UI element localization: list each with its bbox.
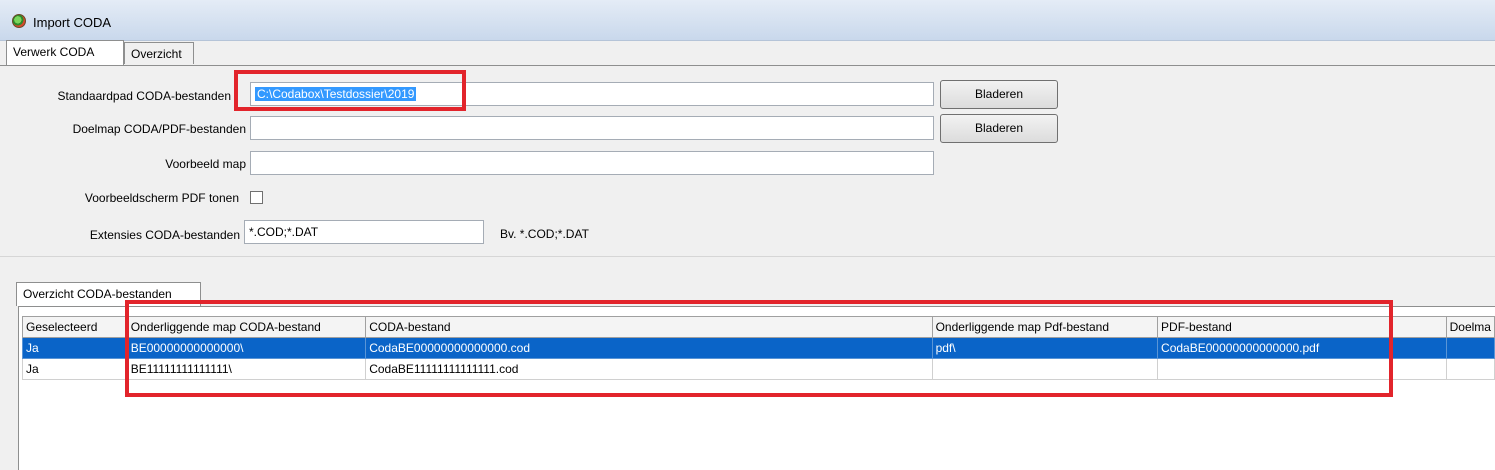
bladeren-button-standaardpad[interactable]: Bladeren	[940, 80, 1058, 109]
title-bar: Import CODA	[0, 0, 1495, 41]
voorbeeldscherm-label: Voorbeeldscherm PDF tonen	[84, 191, 239, 205]
cell-doelmap[interactable]	[1445, 358, 1495, 380]
doelmap-label: Doelmap CODA/PDF-bestanden	[72, 122, 246, 136]
extensies-input[interactable]: *.COD;*.DAT	[244, 220, 484, 244]
extensies-label: Extensies CODA-bestanden	[89, 228, 240, 242]
cell-geselecteerd[interactable]: Ja	[22, 358, 128, 380]
voorbeeld-map-input[interactable]	[250, 151, 934, 175]
app-icon	[12, 14, 26, 28]
column-header-doelmap[interactable]: Doelma	[1445, 316, 1495, 338]
voorbeeldscherm-checkbox[interactable]	[250, 191, 263, 204]
tab-panel-border	[0, 65, 1495, 66]
standaardpad-label: Standaardpad CODA-bestanden	[57, 89, 231, 103]
tab-verwerk-coda[interactable]: Verwerk CODA	[6, 40, 124, 66]
bladeren-button-doelmap[interactable]: Bladeren	[940, 114, 1058, 143]
tab-overzicht[interactable]: Overzicht	[124, 42, 194, 64]
window-title: Import CODA	[33, 15, 112, 30]
section-separator	[0, 256, 1495, 257]
extensies-hint: Bv. *.COD;*.DAT	[500, 227, 589, 241]
voorbeeld-map-label: Voorbeeld map	[165, 157, 246, 171]
cell-doelmap[interactable]	[1445, 337, 1495, 359]
highlight-box-grid	[125, 300, 1393, 397]
cell-geselecteerd[interactable]: Ja	[22, 337, 128, 359]
highlight-box-standaardpad	[234, 70, 466, 111]
doelmap-input[interactable]	[250, 116, 934, 140]
column-header-geselecteerd[interactable]: Geselecteerd	[22, 316, 128, 338]
